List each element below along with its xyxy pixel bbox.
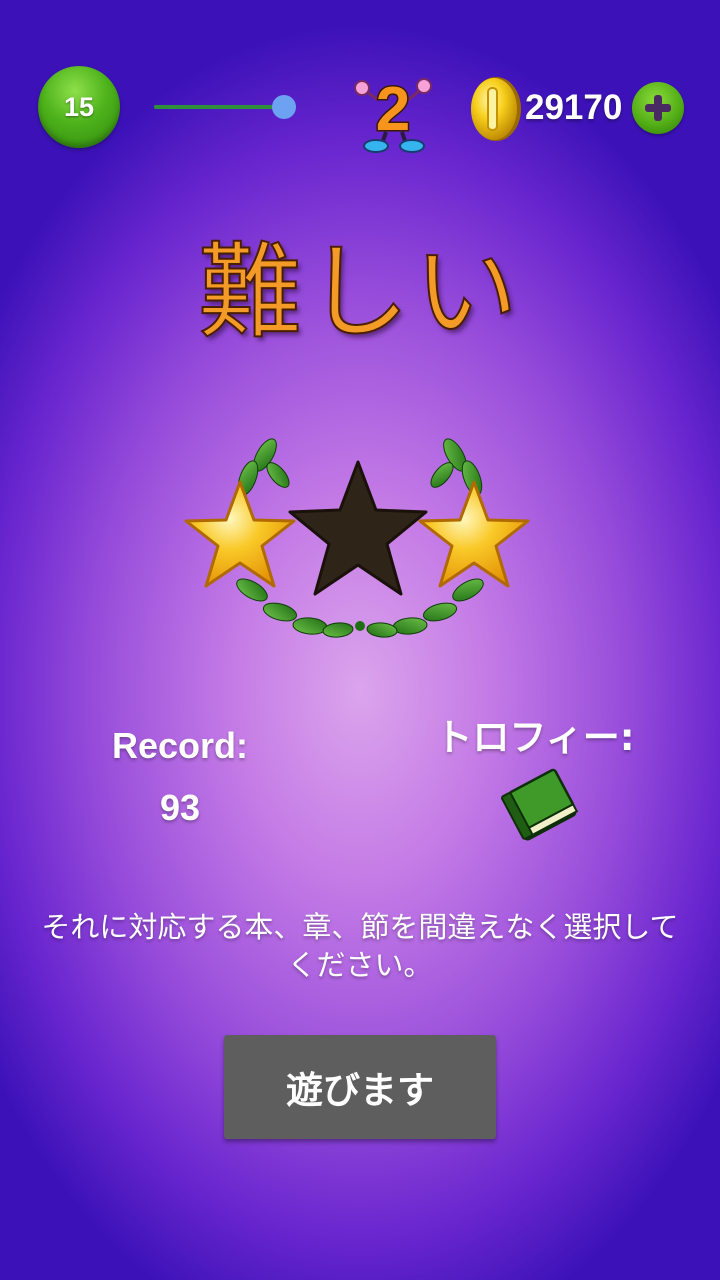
mascot-number: 2 [376, 75, 410, 144]
coin-icon [471, 77, 521, 141]
level-progress-thumb [272, 95, 296, 119]
coin-count: 29170 [525, 88, 623, 127]
play-button[interactable]: 遊びます [224, 1035, 496, 1139]
green-book-icon [501, 768, 579, 841]
star-2-icon [288, 460, 428, 596]
star-1-icon [184, 480, 296, 588]
play-button-label: 遊びます [286, 1069, 434, 1112]
record-value: 93 [159, 787, 201, 828]
level-progress-bar [154, 95, 296, 119]
level-number: 15 [63, 91, 95, 122]
star-rating [184, 438, 530, 638]
level-progress-fill [154, 105, 284, 109]
add-coins-button[interactable] [632, 82, 684, 134]
star-3-icon [418, 480, 530, 588]
difficulty-title: 難しい [197, 231, 522, 353]
level-badge: 15 [38, 66, 120, 148]
mascot-number-icon: 2 [354, 74, 432, 153]
trophy-label: トロフィー: [435, 716, 635, 759]
record-label: Record: [111, 725, 249, 766]
instructions-text: それに対応する本、章、節を間違えなく選択してください。 [41, 910, 679, 982]
